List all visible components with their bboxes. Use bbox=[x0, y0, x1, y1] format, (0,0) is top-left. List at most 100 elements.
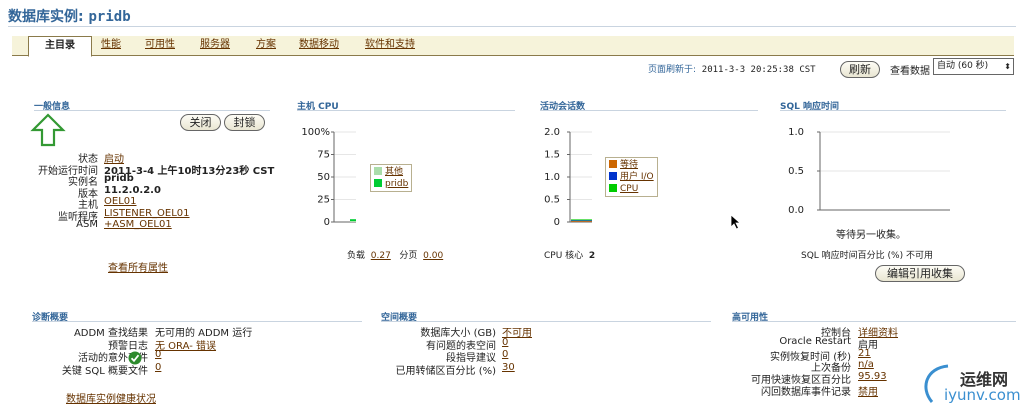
ha-field-label-1: Oracle Restart bbox=[779, 335, 851, 347]
general-field-value-6[interactable]: +ASM_OEL01 bbox=[104, 219, 172, 230]
legend-link-other[interactable]: 其他 bbox=[385, 167, 403, 177]
cpu-ytick-2: 50 bbox=[317, 172, 330, 183]
sql-ytick-0: 1.0 bbox=[788, 127, 804, 138]
diag-field-value-3[interactable]: 0 bbox=[155, 362, 161, 373]
cpu-bar-1 bbox=[350, 219, 356, 221]
legend-link-pridb[interactable]: pridb bbox=[385, 179, 408, 189]
legend-item-user-io: 用户 I/O bbox=[609, 171, 654, 183]
refresh-button[interactable]: 刷新 bbox=[840, 61, 880, 78]
legend-swatch-other bbox=[374, 167, 382, 175]
sess-ytick-2: 1.0 bbox=[544, 172, 560, 183]
tab-availability[interactable]: 可用性 bbox=[145, 36, 175, 56]
tab-performance[interactable]: 性能 bbox=[101, 36, 121, 56]
legend-link-user-io[interactable]: 用户 I/O bbox=[620, 172, 654, 182]
sess-ytick-0: 2.0 bbox=[544, 127, 560, 138]
legend-item-wait: 等待 bbox=[609, 159, 654, 171]
sql-waiting-text: 等待另一收集。 bbox=[836, 230, 906, 241]
general-field-label-6: ASM bbox=[76, 219, 98, 230]
page-title: 数据库实例: pridb bbox=[8, 6, 131, 26]
refresh-timestamp: 2011-3-3 20:25:38 CST bbox=[701, 65, 816, 75]
mouse-cursor-icon bbox=[730, 214, 742, 230]
view-data-label: 查看数据 bbox=[890, 66, 930, 77]
space-summary-divider bbox=[381, 321, 711, 322]
sess-ytick-3: 0.5 bbox=[544, 195, 560, 206]
ha-field-value-4[interactable]: 95.93 bbox=[858, 371, 887, 382]
ha-field-value-3[interactable]: n/a bbox=[858, 359, 874, 370]
general-field-value-3: 11.2.0.2.0 bbox=[104, 184, 161, 196]
cpu-ytick-0: 100% bbox=[301, 127, 330, 138]
sess-area-1 bbox=[571, 220, 592, 222]
paging-label: 分页 bbox=[399, 251, 418, 261]
sql-ytick-2: 0.0 bbox=[788, 205, 804, 216]
page-title-db: pridb bbox=[88, 9, 131, 25]
legend-link-wait[interactable]: 等待 bbox=[620, 160, 638, 170]
cpu-cores-label: CPU 核心 bbox=[544, 251, 584, 261]
sql-response-divider bbox=[780, 110, 1006, 111]
tab-bar: 主目录 性能 可用性 服务器 方案 数据移动 软件和支持 bbox=[12, 36, 1014, 57]
sql-percent-value: 不可用 bbox=[905, 251, 933, 261]
sess-area-0 bbox=[571, 221, 592, 222]
load-label: 负载 bbox=[347, 251, 366, 261]
legend-item-pridb: pridb bbox=[374, 178, 408, 190]
general-field-value-5[interactable]: LISTENER_OEL01 bbox=[104, 208, 190, 219]
general-field-value-2: pridb bbox=[104, 173, 134, 184]
space-field-value-3[interactable]: 30 bbox=[502, 362, 515, 373]
cpu-cores-value: 2 bbox=[588, 251, 596, 261]
blackout-button[interactable]: 封锁 bbox=[224, 114, 265, 131]
diag-field-label-3: 关键 SQL 概要文件 bbox=[61, 365, 148, 377]
diag-field-value-2[interactable]: 0 bbox=[155, 349, 161, 360]
ha-field-label-5: 闪回数据库事件记录 bbox=[761, 387, 851, 398]
legend-swatch-pridb bbox=[374, 179, 382, 187]
legend-swatch-cpu bbox=[609, 184, 617, 192]
status-up-arrow-icon bbox=[30, 113, 66, 147]
space-field-label-3: 已用转储区百分比 (%) bbox=[395, 365, 496, 377]
host-cpu-footer: 负载 0.27 分页 0.00 bbox=[347, 248, 443, 261]
cpu-ytick-1: 75 bbox=[317, 150, 330, 161]
high-availability-divider bbox=[732, 321, 1016, 322]
host-cpu-divider bbox=[297, 110, 515, 111]
instance-health-link[interactable]: 数据库实例健康状况 bbox=[66, 390, 156, 405]
tab-schema[interactable]: 方案 bbox=[256, 36, 276, 56]
ha-field-value-5[interactable]: 禁用 bbox=[858, 383, 878, 398]
space-field-value-2[interactable]: 0 bbox=[502, 349, 508, 360]
sess-ytick-4: 0 bbox=[554, 217, 560, 228]
cpu-ytick-3: 25 bbox=[317, 195, 330, 206]
legend-swatch-user-io bbox=[609, 172, 617, 180]
view-data-select[interactable]: 自动 (60 秒) ⬍ bbox=[933, 58, 1014, 75]
tab-server[interactable]: 服务器 bbox=[200, 36, 230, 56]
sess-ytick-1: 1.5 bbox=[544, 150, 560, 161]
legend-item-cpu: CPU bbox=[609, 183, 654, 195]
sql-ytick-1: 0.5 bbox=[788, 166, 804, 177]
cpu-cores-row: CPU 核心 2 bbox=[544, 248, 595, 261]
general-info-divider bbox=[34, 110, 270, 111]
watermark-en: iyunv.com bbox=[944, 386, 1021, 404]
legend-item-other: 其他 bbox=[374, 166, 408, 178]
ok-check-icon bbox=[128, 351, 142, 365]
space-field-value-1[interactable]: 0 bbox=[502, 337, 508, 348]
legend-link-cpu[interactable]: CPU bbox=[620, 184, 638, 194]
select-arrows-icon: ⬍ bbox=[1004, 62, 1011, 71]
shutdown-button[interactable]: 关闭 bbox=[180, 114, 221, 131]
page-title-prefix: 数据库实例: bbox=[8, 9, 84, 25]
cpu-bar-0 bbox=[350, 221, 356, 222]
diagnostics-divider bbox=[32, 321, 362, 322]
general-field-value-4[interactable]: OEL01 bbox=[104, 196, 137, 207]
active-sessions-legend: 等待 用户 I/O CPU bbox=[605, 157, 658, 197]
tab-software-support[interactable]: 软件和支持 bbox=[365, 36, 415, 56]
active-sessions-divider bbox=[540, 110, 758, 111]
view-all-properties-link[interactable]: 查看所有属性 bbox=[108, 259, 168, 274]
sql-percent-label: SQL 响应时间百分比 (%) bbox=[801, 251, 904, 261]
tab-home[interactable]: 主目录 bbox=[28, 36, 92, 57]
load-value-link[interactable]: 0.27 bbox=[371, 251, 391, 261]
sql-percent-row: SQL 响应时间百分比 (%) 不可用 bbox=[801, 248, 933, 261]
sql-response-chart: 1.0 0.5 0.0 bbox=[788, 127, 950, 216]
host-cpu-legend: 其他 pridb bbox=[370, 164, 413, 192]
tab-data-movement[interactable]: 数据移动 bbox=[299, 36, 339, 56]
legend-swatch-wait bbox=[609, 160, 617, 168]
paging-value-link[interactable]: 0.00 bbox=[423, 251, 443, 261]
cpu-ytick-4: 0 bbox=[324, 217, 330, 228]
edit-reference-collection-button[interactable]: 编辑引用收集 bbox=[875, 265, 965, 282]
ha-field-value-2[interactable]: 21 bbox=[858, 348, 871, 359]
refresh-label: 页面刷新于: 2011-3-3 20:25:38 CST bbox=[648, 65, 816, 75]
diag-field-value-1[interactable]: 无 ORA- 错误 bbox=[155, 337, 216, 352]
